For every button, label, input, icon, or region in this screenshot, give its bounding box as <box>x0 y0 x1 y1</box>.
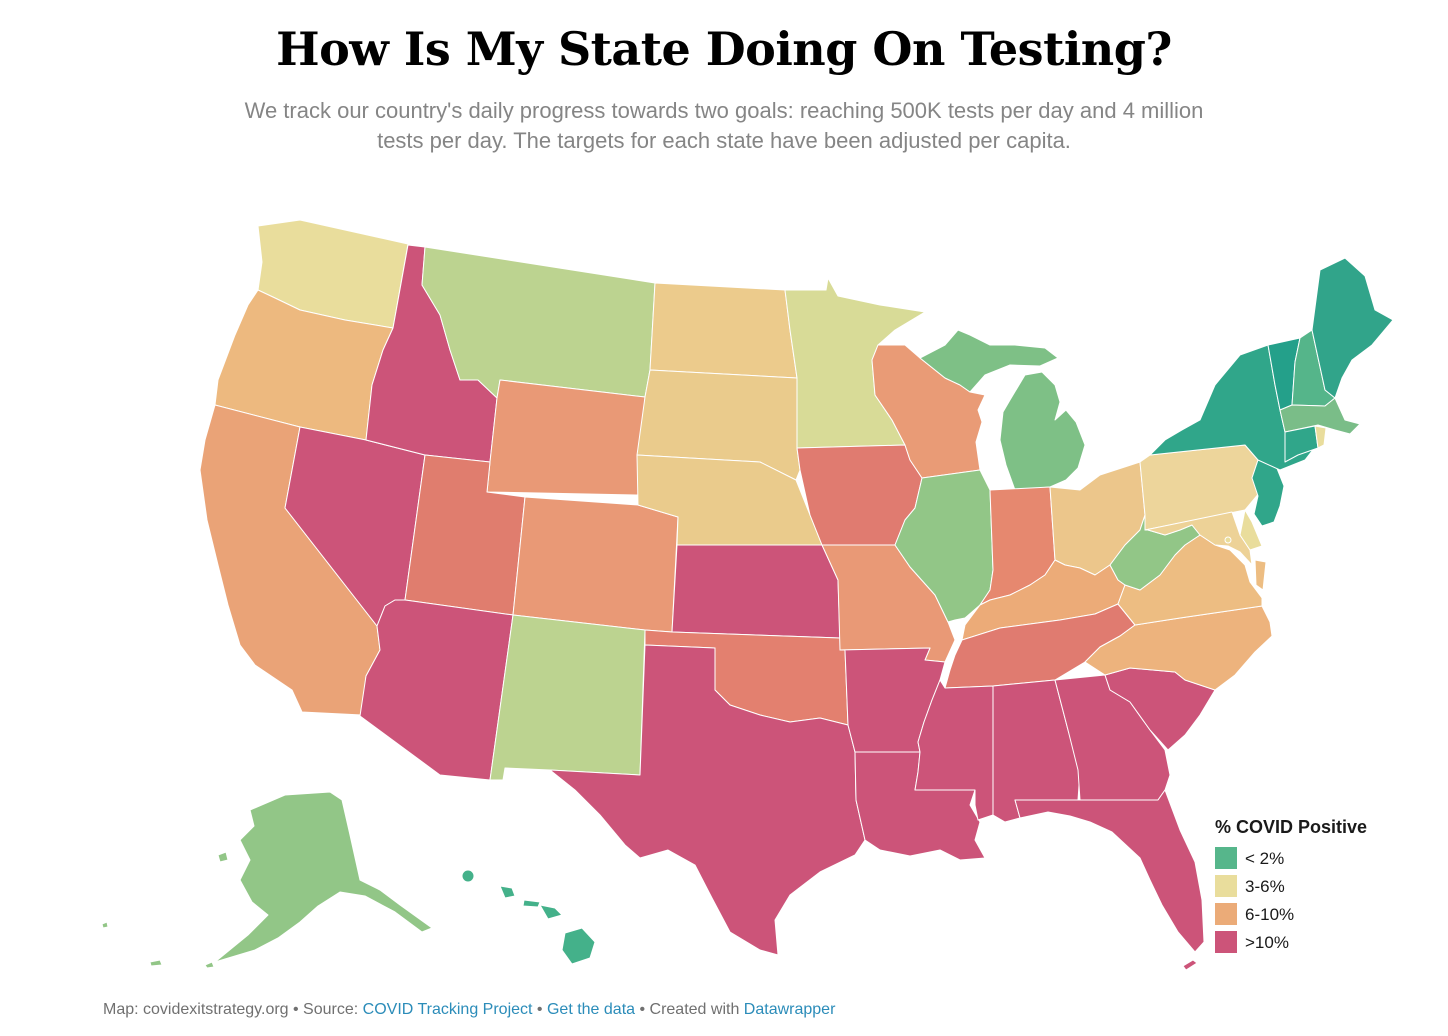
hawaii-maui[interactable] <box>539 904 563 920</box>
legend: % COVID Positive < 2% 3-6% 6-10% >10% <box>1204 808 1390 960</box>
legend-item: >10% <box>1215 931 1385 955</box>
subtitle-line: tests per day. The targets for each stat… <box>377 128 1071 153</box>
virginia-eastern-shore[interactable] <box>1254 559 1267 591</box>
legend-item: 6-10% <box>1215 903 1385 927</box>
state-colorado[interactable] <box>512 496 679 633</box>
state-florida[interactable] <box>1014 789 1205 953</box>
legend-title: % COVID Positive <box>1215 817 1368 837</box>
state-pennsylvania[interactable] <box>1139 444 1261 531</box>
legend-swatch <box>1215 931 1237 953</box>
legend-label: < 2% <box>1245 849 1285 868</box>
state-district-of-columbia[interactable] <box>1224 536 1232 544</box>
michigan-lower-peninsula[interactable] <box>999 371 1086 491</box>
state-kansas[interactable] <box>671 544 841 639</box>
hawaii-kauai[interactable] <box>461 869 475 883</box>
source-link[interactable]: COVID Tracking Project <box>363 1001 533 1018</box>
state-wyoming[interactable] <box>486 379 646 496</box>
alaska-island[interactable] <box>204 961 215 969</box>
datawrapper-link[interactable]: Datawrapper <box>744 1001 836 1018</box>
footer-separator: • <box>532 1001 547 1018</box>
footer-prefix: Map: covidexitstrategy.org • Source: <box>103 1001 363 1018</box>
state-arizona[interactable] <box>359 599 514 781</box>
state-north-dakota[interactable] <box>649 282 798 379</box>
get-the-data-link[interactable]: Get the data <box>547 1001 635 1018</box>
legend-item: < 2% <box>1215 847 1385 871</box>
legend-label: >10% <box>1245 933 1289 952</box>
hawaii-molokai[interactable] <box>522 899 541 908</box>
legend-label: 6-10% <box>1245 905 1295 924</box>
alaska-island[interactable] <box>217 851 229 863</box>
footer-credits: Map: covidexitstrategy.org • Source: COV… <box>103 1001 835 1019</box>
page-title: How Is My State Doing On Testing? <box>276 22 1172 76</box>
legend-item: 3-6% <box>1215 875 1385 899</box>
legend-swatch <box>1215 875 1237 897</box>
florida-keys[interactable] <box>1182 959 1198 971</box>
legend-swatch <box>1215 903 1237 925</box>
state-maine[interactable] <box>1311 257 1394 399</box>
state-alaska[interactable] <box>101 791 433 969</box>
subtitle: We track our country's daily progress to… <box>0 96 1448 156</box>
alaska-island[interactable] <box>149 959 163 967</box>
legend-label: 3-6% <box>1245 877 1285 896</box>
state-new-mexico[interactable] <box>489 614 646 781</box>
hawaii-big-island[interactable] <box>561 927 596 965</box>
legend-swatch <box>1215 847 1237 869</box>
hawaii-oahu[interactable] <box>499 885 516 899</box>
alaska-mainland[interactable] <box>214 791 433 963</box>
alaska-island[interactable] <box>101 921 109 929</box>
footer-created-with: • Created with <box>635 1001 744 1018</box>
subtitle-line: We track our country's daily progress to… <box>244 98 1204 123</box>
state-hawaii[interactable] <box>461 869 596 965</box>
